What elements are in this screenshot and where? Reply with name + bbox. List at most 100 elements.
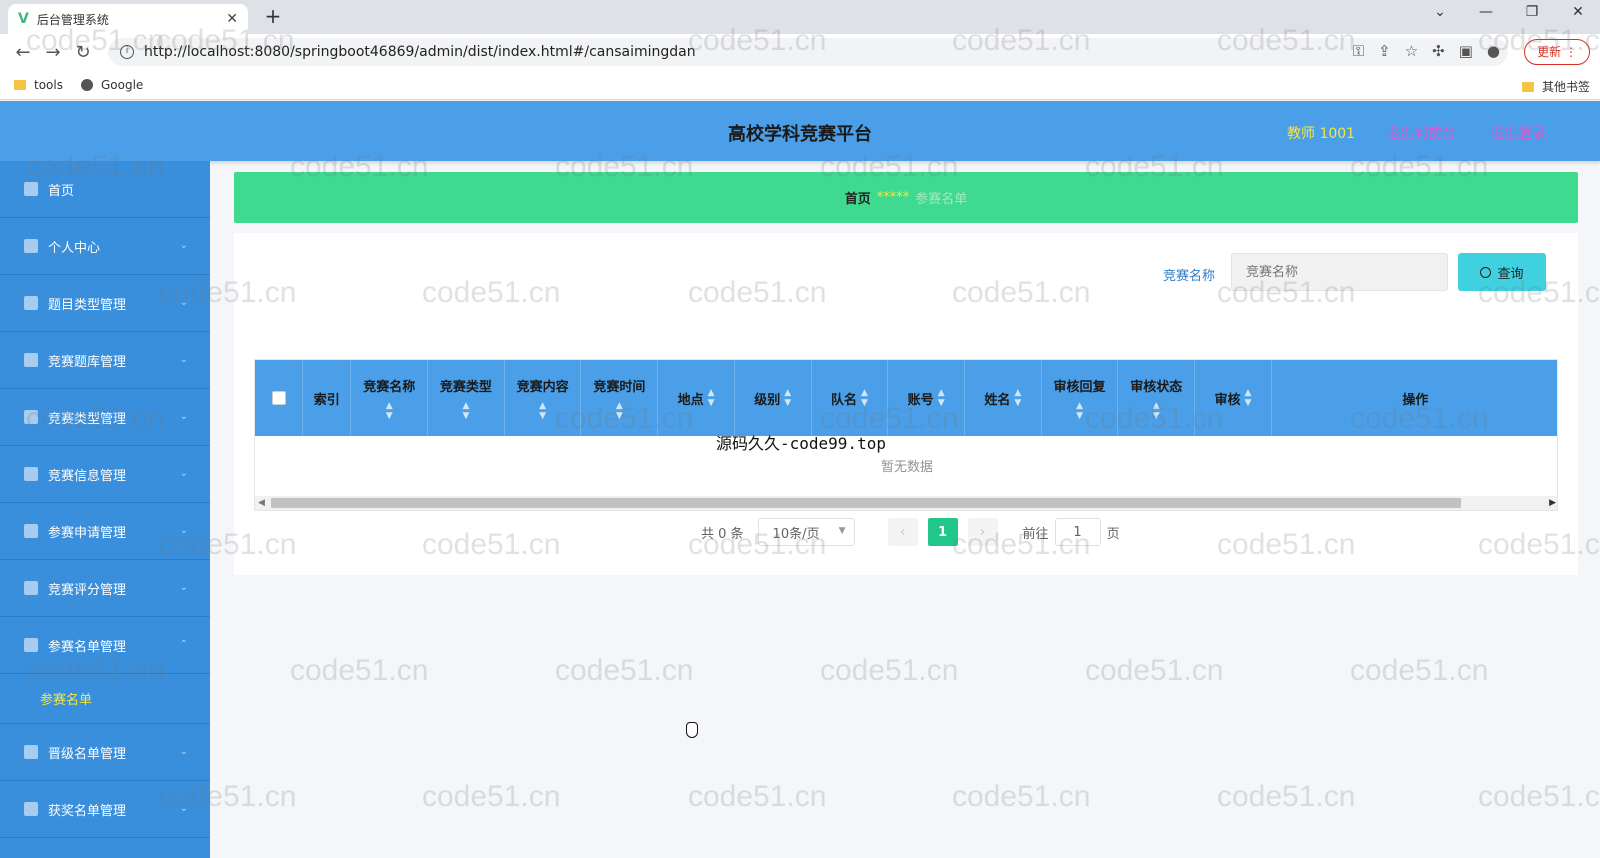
sort-icon[interactable]: ▲ ▼ bbox=[616, 401, 623, 421]
address-bar: ← → ↻ i http://localhost:8080/springboot… bbox=[0, 34, 1600, 70]
sidebar-item-question-types[interactable]: 题目类型管理 ⌄ bbox=[0, 275, 210, 332]
folder-icon bbox=[1521, 81, 1534, 92]
page-number-current[interactable]: 1 bbox=[927, 518, 958, 546]
watermark: code51.cn bbox=[952, 780, 1091, 813]
bookmark-google[interactable]: Google bbox=[80, 78, 143, 92]
user-icon bbox=[24, 239, 38, 253]
new-tab-button[interactable]: + bbox=[260, 4, 286, 28]
star-icon[interactable]: ☆ bbox=[1405, 42, 1418, 60]
scroll-right-icon[interactable]: ▶ bbox=[1549, 496, 1556, 510]
column-header-contest-time[interactable]: 竞赛时间 ▲ ▼ bbox=[581, 360, 659, 436]
next-page-button[interactable]: › bbox=[967, 518, 998, 546]
back-icon[interactable]: ← bbox=[8, 42, 38, 63]
chevron-down-icon: ⌄ bbox=[179, 354, 188, 365]
column-header-review[interactable]: 审核 ▲ ▼ bbox=[1195, 360, 1272, 436]
sort-icon[interactable]: ▲ ▼ bbox=[462, 401, 469, 421]
window-close-icon[interactable]: ✕ bbox=[1558, 4, 1598, 20]
search-input[interactable] bbox=[1231, 253, 1448, 291]
form-icon bbox=[24, 524, 38, 538]
browser-tab-bar: V 后台管理系统 ✕ + ⌄ — ❐ ✕ bbox=[0, 0, 1600, 34]
chevron-down-icon[interactable]: ⌄ bbox=[1420, 4, 1460, 20]
url-field[interactable]: i http://localhost:8080/springboot46869/… bbox=[108, 38, 1508, 66]
sort-icon[interactable]: ▲ ▼ bbox=[1076, 401, 1083, 421]
clock-icon bbox=[24, 745, 38, 759]
data-table: 索引 竞赛名称 ▲ ▼ 竞赛类型 ▲ ▼ 竞赛内容 ▲ ▼ 竞赛时间 ▲ ▼ 地点 ▲ ▼ 级别 ▲ ▼… bbox=[254, 359, 1558, 511]
column-header-team-name[interactable]: 队名 ▲ ▼ bbox=[812, 360, 889, 436]
chevron-down-icon: ⌄ bbox=[179, 803, 188, 814]
column-header-name[interactable]: 姓名 ▲ ▼ bbox=[965, 360, 1042, 436]
extensions-icon[interactable]: ✣ bbox=[1432, 42, 1445, 60]
column-header-contest-content[interactable]: 竞赛内容 ▲ ▼ bbox=[505, 360, 582, 436]
sidebar-subitem-participant-list[interactable]: 参赛名单 bbox=[0, 674, 210, 724]
sidebar-item-awards[interactable]: 获奖名单管理 ⌄ bbox=[0, 781, 210, 838]
chevron-down-icon: ⌄ bbox=[179, 582, 188, 593]
breadcrumb-current: 参赛名单 bbox=[915, 192, 968, 207]
column-header-account[interactable]: 账号 ▲ ▼ bbox=[888, 360, 965, 436]
chevron-down-icon: ⌄ bbox=[179, 411, 188, 422]
column-header-contest-type[interactable]: 竞赛类型 ▲ ▼ bbox=[428, 360, 505, 436]
sort-icon[interactable]: ▲ ▼ bbox=[861, 388, 868, 408]
sidepanel-icon[interactable]: ▣ bbox=[1459, 42, 1473, 60]
restore-icon[interactable]: ❐ bbox=[1512, 4, 1552, 20]
search-button[interactable]: 查询 bbox=[1458, 253, 1546, 291]
logout-link[interactable]: 退出登录 bbox=[1490, 123, 1546, 143]
sort-icon[interactable]: ▲ ▼ bbox=[1153, 401, 1160, 421]
sort-icon[interactable]: ▲ ▼ bbox=[708, 388, 715, 408]
sort-icon[interactable]: ▲ ▼ bbox=[1014, 388, 1021, 408]
forward-icon[interactable]: → bbox=[38, 42, 68, 63]
reload-icon[interactable]: ↻ bbox=[68, 42, 98, 63]
sort-icon[interactable]: ▲ ▼ bbox=[386, 401, 393, 421]
chevron-down-icon: ⌄ bbox=[179, 525, 188, 536]
page-size-select[interactable]: 10条/页 ▼ bbox=[757, 518, 855, 546]
mouse-cursor-icon bbox=[686, 722, 698, 738]
other-bookmarks[interactable]: 其他书签 bbox=[1521, 78, 1590, 95]
scroll-left-icon[interactable]: ◀ bbox=[258, 496, 265, 510]
sidebar-item-contest-info[interactable]: 竞赛信息管理 ⌄ bbox=[0, 446, 210, 503]
share-icon[interactable]: ⇪ bbox=[1378, 42, 1391, 60]
page-suffix: 页 bbox=[1106, 526, 1120, 542]
horizontal-scrollbar[interactable]: ◀ ▶ bbox=[255, 496, 1557, 510]
goto-page-input[interactable] bbox=[1054, 518, 1101, 546]
url-text: http://localhost:8080/springboot46869/ad… bbox=[144, 44, 696, 60]
update-button[interactable]: 更新 ⋮ bbox=[1524, 39, 1590, 65]
sidebar-item-contest-types[interactable]: 竞赛类型管理 ⌄ bbox=[0, 389, 210, 446]
sidebar-item-profile[interactable]: 个人中心 ⌄ bbox=[0, 218, 210, 275]
tab-title: 后台管理系统 bbox=[36, 12, 109, 27]
sort-icon[interactable]: ▲ ▼ bbox=[539, 401, 546, 421]
sidebar-item-home[interactable]: 首页 bbox=[0, 161, 210, 218]
chevron-down-icon: ▼ bbox=[838, 526, 846, 536]
sidebar-item-participants[interactable]: 参赛名单管理 ⌃ bbox=[0, 617, 210, 674]
sort-icon[interactable]: ▲ ▼ bbox=[938, 388, 945, 408]
main-panel: 竞赛名称 查询 索引 竞赛名称▲▼ 竞赛类型▲▼ 竞赛内容▲▼ 竞赛时间▲▼ 地… bbox=[234, 233, 1578, 575]
bookmark-tools[interactable]: tools bbox=[14, 78, 63, 92]
sort-icon[interactable]: ▲ ▼ bbox=[1245, 388, 1252, 408]
phone-icon bbox=[24, 802, 38, 816]
select-all-checkbox[interactable] bbox=[271, 391, 286, 405]
prev-page-button[interactable]: ‹ bbox=[887, 518, 918, 546]
sort-icon[interactable]: ▲ ▼ bbox=[784, 388, 791, 408]
sidebar-item-promotion[interactable]: 晋级名单管理 ⌄ bbox=[0, 724, 210, 781]
close-icon[interactable]: ✕ bbox=[226, 11, 238, 27]
watermark: code51.cn bbox=[290, 654, 429, 687]
profile-icon[interactable]: ● bbox=[1487, 42, 1500, 60]
info-icon[interactable]: i bbox=[120, 45, 134, 59]
sidebar-item-applications[interactable]: 参赛申请管理 ⌄ bbox=[0, 503, 210, 560]
key-icon[interactable]: ⚿ bbox=[1353, 42, 1364, 60]
minimize-icon[interactable]: — bbox=[1466, 4, 1506, 20]
breadcrumb-home[interactable]: 首页 bbox=[845, 188, 871, 207]
column-header-review-reply[interactable]: 审核回复 ▲ ▼ bbox=[1042, 360, 1119, 436]
column-header-location[interactable]: 地点 ▲ ▼ bbox=[658, 360, 735, 436]
app-title: 高校学科竞赛平台 bbox=[728, 124, 872, 145]
sidebar-item-scoring[interactable]: 竞赛评分管理 ⌄ bbox=[0, 560, 210, 617]
column-header-level[interactable]: 级别 ▲ ▼ bbox=[735, 360, 812, 436]
app-header: 高校学科竞赛平台 教师 1001 退出到前台 退出登录 bbox=[0, 101, 1600, 161]
scrollbar-thumb[interactable] bbox=[271, 498, 1461, 508]
browser-tab[interactable]: V 后台管理系统 ✕ bbox=[8, 4, 248, 34]
exit-to-frontend-link[interactable]: 退出到前台 bbox=[1386, 123, 1456, 143]
sidebar-item-question-bank[interactable]: 竞赛题库管理 ⌄ bbox=[0, 332, 210, 389]
send-icon bbox=[24, 638, 38, 652]
info-icon bbox=[24, 467, 38, 481]
column-header-review-status[interactable]: 审核状态 ▲ ▼ bbox=[1118, 360, 1196, 436]
column-header-contest-name[interactable]: 竞赛名称 ▲ ▼ bbox=[351, 360, 429, 436]
select-all-checkbox-cell bbox=[255, 360, 304, 436]
